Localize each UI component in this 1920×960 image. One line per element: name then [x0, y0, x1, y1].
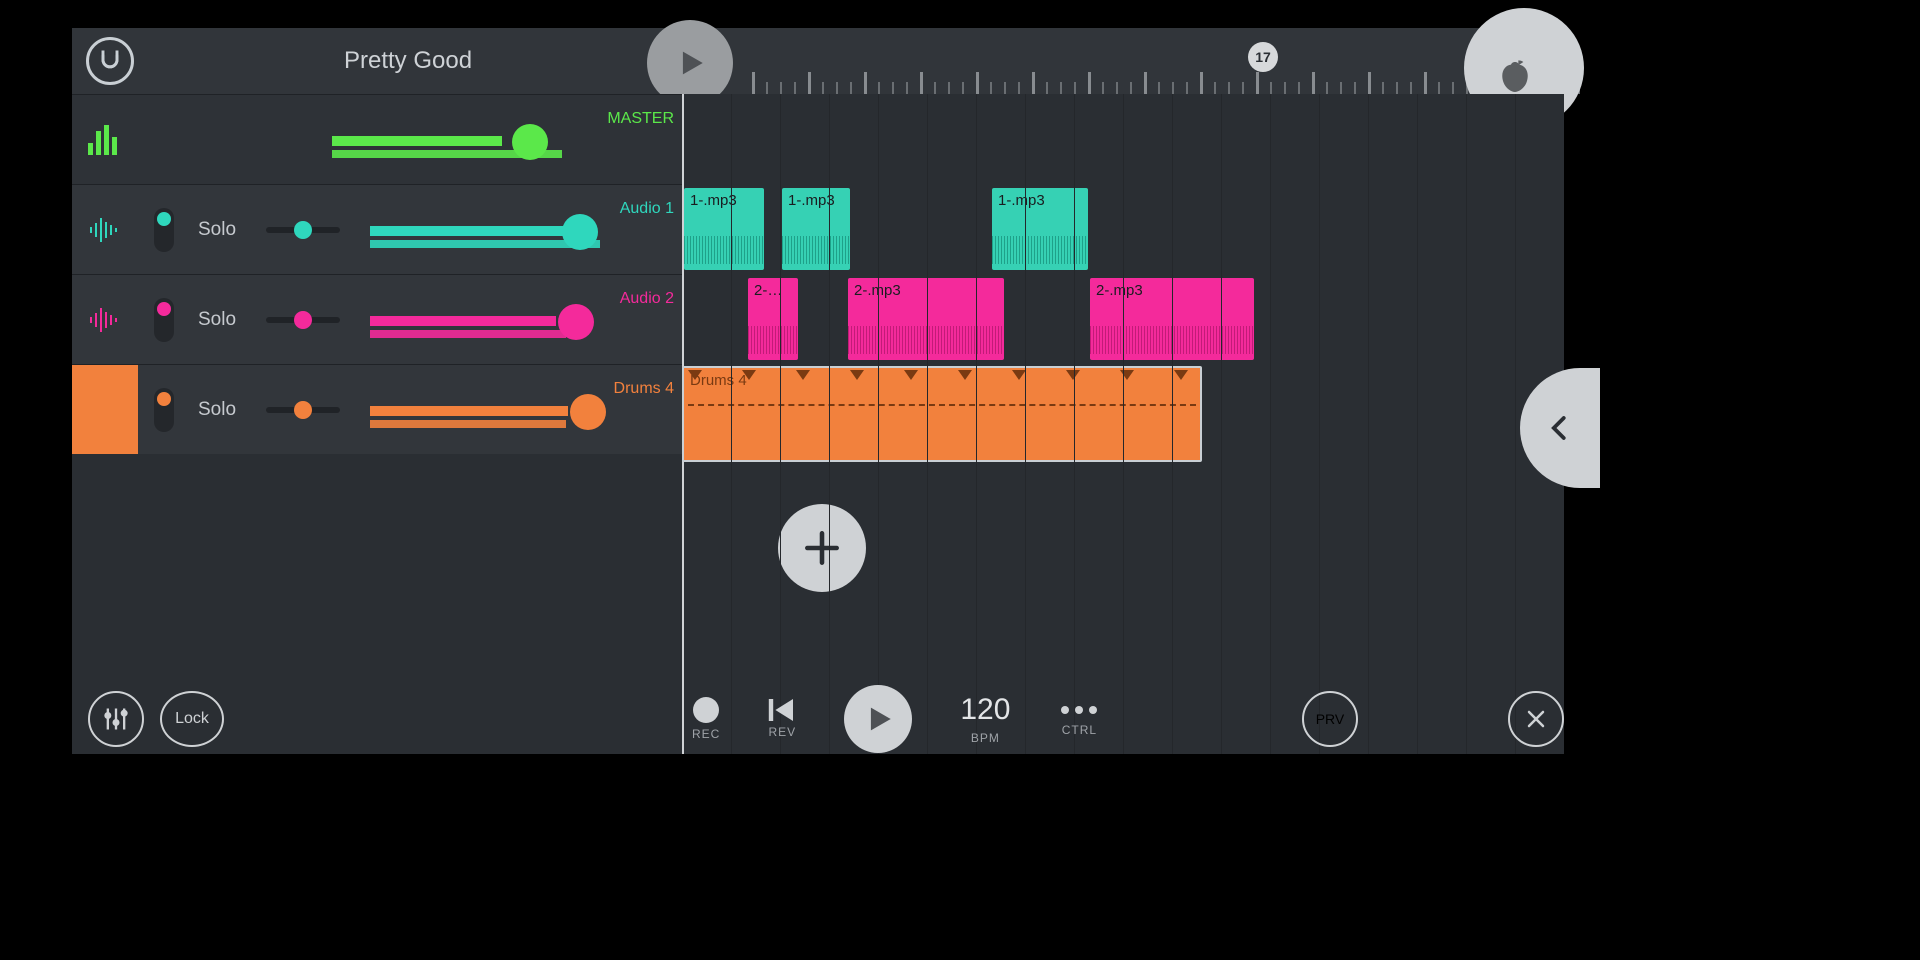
- volume-slider[interactable]: Audio 2: [370, 290, 682, 350]
- dots-icon: [1058, 701, 1100, 719]
- tempo-button[interactable]: 120 BPM: [960, 693, 1010, 745]
- skip-back-icon: [768, 699, 796, 721]
- preview-button[interactable]: PRV: [1302, 691, 1358, 747]
- drum-hits-icon: [688, 370, 1196, 380]
- pan-knob[interactable]: [266, 317, 340, 323]
- lock-label: Lock: [175, 710, 209, 728]
- volume-slider[interactable]: MASTER: [332, 110, 682, 170]
- magnet-icon: [96, 47, 124, 75]
- mute-toggle[interactable]: [154, 208, 174, 252]
- sliders-icon: [102, 705, 130, 733]
- mute-toggle[interactable]: [154, 388, 174, 432]
- pan-knob[interactable]: [266, 407, 340, 413]
- track-row-master[interactable]: MASTER: [72, 94, 682, 184]
- project-title[interactable]: Pretty Good: [344, 47, 472, 75]
- stepseq-icon: [72, 395, 138, 425]
- rec-label: REC: [692, 727, 720, 741]
- track-row-audio2[interactable]: Solo Audio 2: [72, 274, 682, 364]
- clip-audio1-1[interactable]: 1-.mp3: [684, 188, 764, 270]
- master-meter-icon: [72, 125, 138, 155]
- clip-audio1-2[interactable]: 1-.mp3: [782, 188, 850, 270]
- timeline-pane[interactable]: 1-.mp3 1-.mp3 1-.mp3 2-… 2-.mp3 2-.mp3 D…: [682, 94, 1564, 754]
- fruit-icon: [1495, 57, 1535, 97]
- prv-label: PRV: [1316, 711, 1345, 727]
- bpm-value: 120: [960, 693, 1010, 727]
- track-name: Audio 1: [620, 200, 674, 218]
- header-bar: Pretty Good 17: [72, 28, 1564, 94]
- track-name: Drums 4: [614, 380, 674, 398]
- record-icon: [693, 697, 719, 723]
- close-icon: [1524, 707, 1548, 731]
- ctrl-label: CTRL: [1062, 723, 1097, 737]
- track-headers-pane: MASTER Solo Audio 1 Solo: [72, 94, 682, 454]
- chevron-left-icon: [1545, 408, 1575, 448]
- transport-bar: Lock REC REV 120 BPM CTRL PRV: [72, 680, 1564, 758]
- close-button[interactable]: [1508, 691, 1564, 747]
- play-button[interactable]: [844, 685, 912, 753]
- waveform-icon: [72, 215, 138, 245]
- rewind-button[interactable]: REV: [768, 699, 796, 739]
- rev-label: REV: [769, 725, 797, 739]
- clip-audio2-1[interactable]: 2-…: [748, 278, 798, 360]
- app-stage: Pretty Good 17 MASTER: [72, 28, 1564, 754]
- solo-button[interactable]: Solo: [198, 219, 236, 241]
- marker-label: 17: [1255, 49, 1271, 65]
- snap-button[interactable]: [86, 37, 134, 85]
- volume-slider[interactable]: Audio 1: [370, 200, 682, 260]
- pan-knob[interactable]: [266, 227, 340, 233]
- volume-slider[interactable]: Drums 4: [370, 380, 682, 440]
- track-name: Audio 2: [620, 290, 674, 308]
- solo-button[interactable]: Solo: [198, 309, 236, 331]
- mixer-button[interactable]: [88, 691, 144, 747]
- add-track-button[interactable]: [778, 504, 866, 592]
- plus-icon: [800, 526, 844, 570]
- track-row-drums4[interactable]: Solo Drums 4: [72, 364, 682, 454]
- record-button[interactable]: REC: [692, 697, 720, 741]
- track-row-audio1[interactable]: Solo Audio 1: [72, 184, 682, 274]
- ctrl-menu-button[interactable]: CTRL: [1058, 701, 1100, 737]
- timeline-ruler[interactable]: 17: [682, 28, 1564, 94]
- mute-toggle[interactable]: [154, 298, 174, 342]
- solo-button[interactable]: Solo: [198, 399, 236, 421]
- play-icon: [861, 702, 895, 736]
- clip-audio2-2[interactable]: 2-.mp3: [848, 278, 1004, 360]
- clip-drums4[interactable]: Drums 4: [682, 366, 1202, 462]
- position-marker[interactable]: 17: [1248, 42, 1278, 72]
- lock-button[interactable]: Lock: [160, 691, 224, 747]
- track-name: MASTER: [607, 110, 674, 128]
- bpm-label: BPM: [971, 731, 1000, 745]
- waveform-icon: [72, 305, 138, 335]
